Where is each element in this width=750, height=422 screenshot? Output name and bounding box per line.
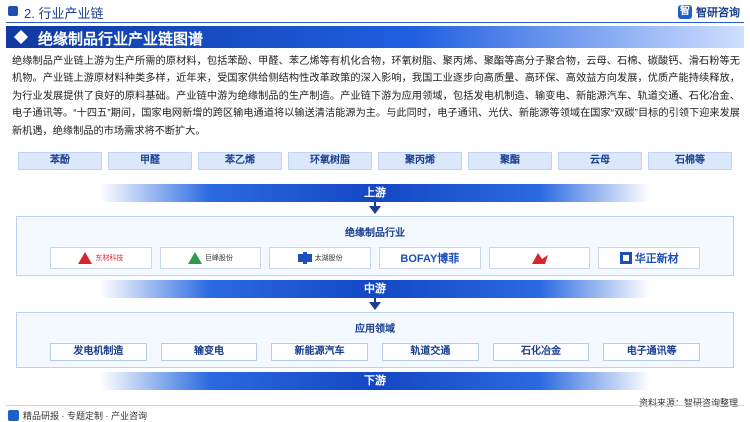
red-figure-logo-icon	[531, 253, 548, 264]
dongcai-logo-icon	[78, 252, 93, 264]
application-item: 输变电	[160, 343, 258, 361]
title-band: 绝缘制品行业产业链图谱	[6, 26, 744, 48]
section-title: 2. 行业产业链	[24, 6, 104, 21]
application-item: 石化冶金	[492, 343, 590, 361]
application-item: 轨道交通	[382, 343, 479, 361]
company-name: BOFAY博菲	[400, 253, 460, 265]
brand-name: 智研咨询	[696, 7, 740, 19]
jufeng-logo-icon	[188, 252, 202, 264]
upstream-bar: 上游	[100, 184, 650, 202]
material-item: 石棉等	[648, 152, 732, 170]
downstream-bar: 下游	[100, 372, 650, 390]
upstream-materials: 苯酚 甲醛 苯乙烯 环氧树脂 聚丙烯 聚酯 云母 石棉等	[18, 152, 732, 170]
company-name: 华正新材	[634, 253, 679, 265]
material-item: 苯乙烯	[198, 152, 282, 170]
application-list: 发电机制造 输变电 新能源汽车 轨道交通 石化冶金 电子通讯等	[50, 343, 701, 361]
down-arrow-icon	[369, 302, 381, 310]
application-item: 新能源汽车	[271, 343, 369, 361]
company-logo-red	[488, 247, 591, 269]
company-logos: 东材科技 巨峰股份 太湖股份 BOFAY博菲 华正新材	[50, 247, 701, 269]
upstream-label: 上游	[364, 187, 386, 199]
company-name: 东材科技	[95, 255, 124, 262]
material-item: 云母	[558, 152, 642, 170]
top-bar: 2. 行业产业链 智 智研咨询	[0, 0, 750, 22]
page-title: 绝缘制品行业产业链图谱	[38, 31, 204, 48]
footer-text: 精品研报 · 专题定制 · 产业咨询	[23, 411, 147, 421]
brand: 智 智研咨询	[678, 4, 740, 20]
downstream-label: 下游	[364, 375, 386, 387]
footer-tagline: 精品研报 · 专题定制 · 产业咨询	[8, 409, 147, 422]
diamond-icon	[13, 29, 29, 45]
company-logo-huazheng: 华正新材	[598, 247, 701, 269]
application-item: 发电机制造	[50, 343, 147, 361]
footer-logo-icon	[8, 410, 19, 421]
application-item: 电子通讯等	[603, 343, 701, 361]
down-arrow-icon	[369, 206, 381, 214]
source-note: 资料来源：智研咨询整理	[638, 398, 738, 408]
material-item: 聚酯	[468, 152, 552, 170]
brand-logo-icon: 智	[678, 5, 692, 19]
footer-divider	[6, 405, 744, 406]
company-logo-taihu: 太湖股份	[269, 247, 372, 269]
company-logo-jufeng: 巨峰股份	[159, 247, 262, 269]
material-item: 甲醛	[108, 152, 192, 170]
material-item: 环氧树脂	[288, 152, 372, 170]
top-divider	[6, 22, 744, 23]
company-name: 太湖股份	[314, 255, 343, 262]
huazheng-logo-icon	[619, 252, 632, 264]
company-logo-bofay: BOFAY博菲	[379, 247, 481, 269]
midstream-bar: 中游	[100, 280, 650, 298]
intro-paragraph: 绝缘制品产业链上游为生产所需的原材料，包括苯酚、甲醛、苯乙烯等有机化合物，环氧树…	[12, 56, 740, 137]
company-logo-dongcai: 东材科技	[50, 247, 152, 269]
material-item: 苯酚	[18, 152, 102, 170]
midstream-heading: 绝缘制品行业	[345, 228, 405, 239]
section-square-icon	[8, 6, 18, 16]
downstream-heading: 应用领域	[355, 324, 395, 335]
midstream-label: 中游	[364, 283, 386, 295]
taihu-logo-icon	[297, 252, 312, 264]
material-item: 聚丙烯	[378, 152, 462, 170]
company-name: 巨峰股份	[205, 255, 233, 262]
